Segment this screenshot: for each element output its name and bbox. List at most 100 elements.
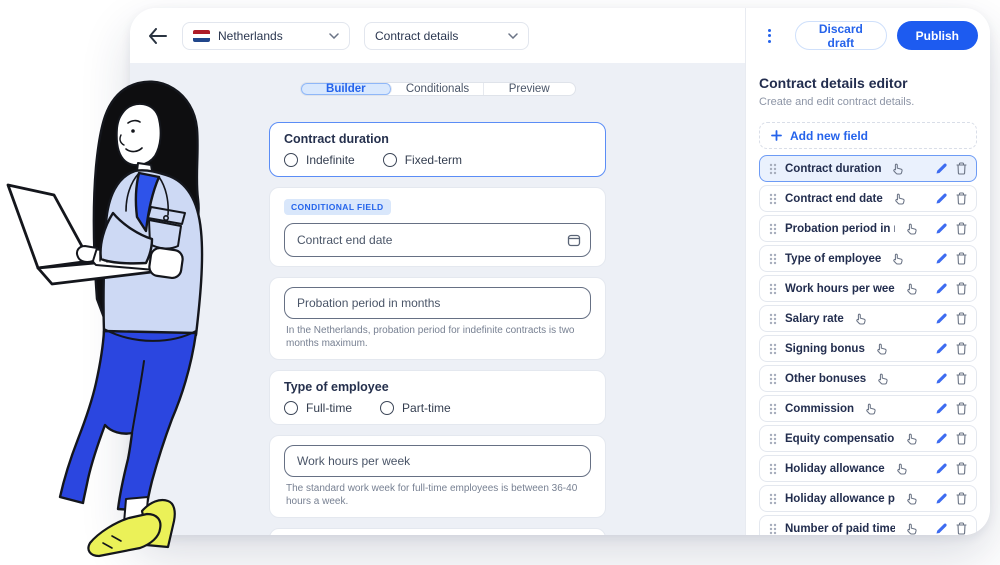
sidebar-field-row[interactable]: Other bonuses bbox=[759, 365, 977, 392]
sidebar-field-row[interactable]: Number of paid time off days bbox=[759, 515, 977, 535]
option-part-time: Part-time bbox=[380, 401, 451, 415]
delete-field-button[interactable] bbox=[956, 492, 967, 505]
delete-field-button[interactable] bbox=[956, 402, 967, 415]
delete-field-button[interactable] bbox=[956, 162, 967, 175]
sidebar-field-row[interactable]: Salary rate bbox=[759, 305, 977, 332]
duration-options: Indefinite Fixed-term bbox=[284, 153, 591, 167]
field-label: Other bonuses bbox=[785, 373, 866, 385]
drag-handle-icon[interactable] bbox=[769, 163, 777, 175]
drag-handle-icon[interactable] bbox=[769, 523, 777, 535]
template-select[interactable]: Contract details bbox=[364, 22, 529, 50]
card-contract-duration[interactable]: Contract duration Indefinite Fixed-term bbox=[269, 122, 606, 177]
field-label: Signing bonus bbox=[785, 343, 865, 355]
delete-field-button[interactable] bbox=[956, 432, 967, 445]
hand-cursor-icon bbox=[891, 162, 905, 176]
sidebar-field-row[interactable]: Contract end date bbox=[759, 185, 977, 212]
delete-field-button[interactable] bbox=[956, 372, 967, 385]
radio-indefinite[interactable] bbox=[284, 153, 298, 167]
card-contract-end-date[interactable]: CONDITIONAL FIELD bbox=[269, 187, 606, 267]
edit-field-button[interactable] bbox=[935, 492, 948, 505]
drag-handle-icon[interactable] bbox=[769, 193, 777, 205]
card-type-of-employee[interactable]: Type of employee Full-time Part-time bbox=[269, 370, 606, 425]
drag-handle-icon[interactable] bbox=[769, 463, 777, 475]
panel-header: Discard draft Publish bbox=[746, 8, 990, 63]
tab-conditionals[interactable]: Conditionals bbox=[392, 83, 484, 95]
radio-label: Part-time bbox=[402, 401, 451, 415]
sidebar-field-row[interactable]: Type of employee bbox=[759, 245, 977, 272]
delete-field-button[interactable] bbox=[956, 282, 967, 295]
card-work-hours[interactable]: The standard work week for full-time emp… bbox=[269, 435, 606, 518]
hand-cursor-icon bbox=[864, 402, 878, 416]
panel-subtitle: Create and edit contract details. bbox=[759, 96, 977, 108]
drag-handle-icon[interactable] bbox=[769, 433, 777, 445]
edit-field-button[interactable] bbox=[935, 312, 948, 325]
edit-field-button[interactable] bbox=[935, 192, 948, 205]
delete-field-button[interactable] bbox=[956, 222, 967, 235]
delete-field-button[interactable] bbox=[956, 252, 967, 265]
radio-fixed-term[interactable] bbox=[383, 153, 397, 167]
sidebar-field-row[interactable]: Work hours per week bbox=[759, 275, 977, 302]
work-hours-input[interactable] bbox=[284, 445, 591, 477]
pencil-icon bbox=[935, 492, 948, 505]
edit-field-button[interactable] bbox=[935, 162, 948, 175]
field-label: Probation period in months bbox=[785, 223, 895, 235]
radio-part-time[interactable] bbox=[380, 401, 394, 415]
drag-handle-icon[interactable] bbox=[769, 223, 777, 235]
edit-field-button[interactable] bbox=[935, 342, 948, 355]
radio-full-time[interactable] bbox=[284, 401, 298, 415]
card-probation-period[interactable]: In the Netherlands, probation period for… bbox=[269, 277, 606, 360]
sidebar-field-row[interactable]: Equity compensation bbox=[759, 425, 977, 452]
probation-period-input[interactable] bbox=[284, 287, 591, 319]
tab-builder[interactable]: Builder bbox=[301, 83, 393, 95]
drag-handle-icon[interactable] bbox=[769, 313, 777, 325]
back-button[interactable] bbox=[146, 25, 168, 47]
field-label: Equity compensation bbox=[785, 433, 895, 445]
employee-options: Full-time Part-time bbox=[284, 401, 591, 415]
edit-field-button[interactable] bbox=[935, 462, 948, 475]
drag-handle-icon[interactable] bbox=[769, 373, 777, 385]
trash-icon bbox=[956, 522, 967, 535]
publish-button[interactable]: Publish bbox=[897, 21, 978, 50]
delete-field-button[interactable] bbox=[956, 312, 967, 325]
pencil-icon bbox=[935, 522, 948, 535]
drag-handle-icon[interactable] bbox=[769, 283, 777, 295]
trash-icon bbox=[956, 342, 967, 355]
drag-handle-icon[interactable] bbox=[769, 343, 777, 355]
sidebar-field-row[interactable]: Commission bbox=[759, 395, 977, 422]
sidebar-field-row[interactable]: Probation period in months bbox=[759, 215, 977, 242]
add-new-field-button[interactable]: Add new field bbox=[759, 122, 977, 149]
country-select[interactable]: Netherlands bbox=[182, 22, 350, 50]
sidebar-field-row[interactable]: Signing bonus bbox=[759, 335, 977, 362]
edit-field-button[interactable] bbox=[935, 522, 948, 535]
edit-field-button[interactable] bbox=[935, 372, 948, 385]
sidebar-field-row[interactable]: Holiday allowance bbox=[759, 455, 977, 482]
delete-field-button[interactable] bbox=[956, 462, 967, 475]
pencil-icon bbox=[935, 162, 948, 175]
drag-handle-icon[interactable] bbox=[769, 493, 777, 505]
more-options-button[interactable] bbox=[764, 25, 775, 47]
sidebar-field-row[interactable]: Contract duration bbox=[759, 155, 977, 182]
drag-handle-icon[interactable] bbox=[769, 253, 777, 265]
hand-cursor-icon bbox=[905, 222, 919, 236]
delete-field-button[interactable] bbox=[956, 342, 967, 355]
pencil-icon bbox=[935, 282, 948, 295]
edit-field-button[interactable] bbox=[935, 432, 948, 445]
tab-preview[interactable]: Preview bbox=[484, 83, 575, 95]
discard-draft-button[interactable]: Discard draft bbox=[795, 21, 887, 50]
delete-field-button[interactable] bbox=[956, 192, 967, 205]
contract-end-date-input[interactable] bbox=[284, 223, 591, 257]
edit-field-button[interactable] bbox=[935, 252, 948, 265]
edit-field-button[interactable] bbox=[935, 282, 948, 295]
field-label: Type of employee bbox=[785, 253, 881, 265]
hand-cursor-icon bbox=[905, 432, 919, 446]
builder-canvas: Builder Conditionals Preview Contract du… bbox=[130, 63, 745, 535]
page: Netherlands Contract details Builder Con… bbox=[0, 0, 1000, 565]
edit-field-button[interactable] bbox=[935, 222, 948, 235]
drag-handle-icon[interactable] bbox=[769, 403, 777, 415]
card-salary-rate[interactable]: Salary rate bbox=[269, 528, 606, 535]
sidebar-field-row[interactable]: Holiday allowance payment fre... bbox=[759, 485, 977, 512]
app-window: Netherlands Contract details Builder Con… bbox=[130, 8, 990, 535]
trash-icon bbox=[956, 402, 967, 415]
edit-field-button[interactable] bbox=[935, 402, 948, 415]
delete-field-button[interactable] bbox=[956, 522, 967, 535]
